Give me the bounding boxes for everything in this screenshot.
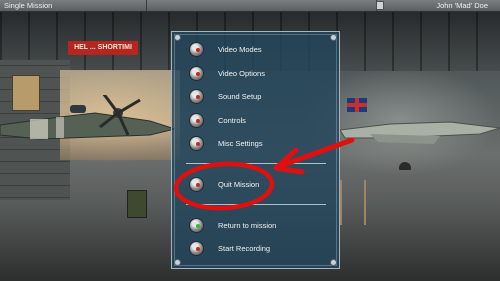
menu-item-label: Sound Setup: [218, 92, 262, 101]
red-knob-icon: [190, 67, 203, 80]
menu-item-label: Video Options: [218, 69, 265, 78]
hangar-sign: HEL ... SHORTIMI: [68, 41, 138, 55]
aircraft-right: [339, 121, 500, 170]
red-knob-icon: [190, 178, 203, 191]
red-knob-icon: [190, 43, 203, 56]
title-bar-segment: [146, 0, 377, 11]
menu-item-quit-mission[interactable]: Quit Mission: [190, 176, 330, 194]
red-knob-icon: [190, 137, 203, 150]
menu-divider: [186, 163, 326, 164]
wooden-stand: [340, 180, 366, 225]
rivet-icon: [330, 259, 337, 266]
menu-item-sound-setup[interactable]: Sound Setup: [190, 88, 330, 106]
menu-item-video-modes[interactable]: Video Modes: [190, 41, 330, 59]
menu-item-return-to-mission[interactable]: Return to mission: [190, 217, 330, 235]
menu-item-label: Start Recording: [218, 244, 271, 253]
rivet-icon: [174, 34, 181, 41]
jerrycan: [127, 190, 147, 218]
menu-item-label: Video Modes: [218, 45, 262, 54]
pause-menu-panel: Video Modes Video Options Sound Setup Co…: [171, 31, 340, 269]
green-knob-icon: [190, 219, 203, 232]
menu-item-video-options[interactable]: Video Options: [190, 65, 330, 83]
player-name: John 'Mad' Doe: [436, 1, 488, 10]
menu-divider: [186, 204, 326, 205]
red-knob-icon: [190, 114, 203, 127]
rivet-icon: [330, 34, 337, 41]
rivet-icon: [174, 259, 181, 266]
red-knob-icon: [190, 242, 203, 255]
title-bar: Single Mission John 'Mad' Doe: [0, 0, 500, 12]
menu-item-label: Controls: [218, 116, 246, 125]
menu-item-label: Misc Settings: [218, 139, 263, 148]
menu-item-label: Return to mission: [218, 221, 277, 230]
indicator-box: [376, 1, 384, 10]
menu-item-start-recording[interactable]: Start Recording: [190, 240, 330, 258]
mission-title: Single Mission: [4, 1, 53, 10]
menu-item-controls[interactable]: Controls: [190, 112, 330, 130]
menu-item-label: Quit Mission: [218, 180, 260, 189]
menu-item-misc-settings[interactable]: Misc Settings: [190, 135, 330, 153]
aircraft-left: [0, 95, 175, 140]
red-knob-icon: [190, 90, 203, 103]
